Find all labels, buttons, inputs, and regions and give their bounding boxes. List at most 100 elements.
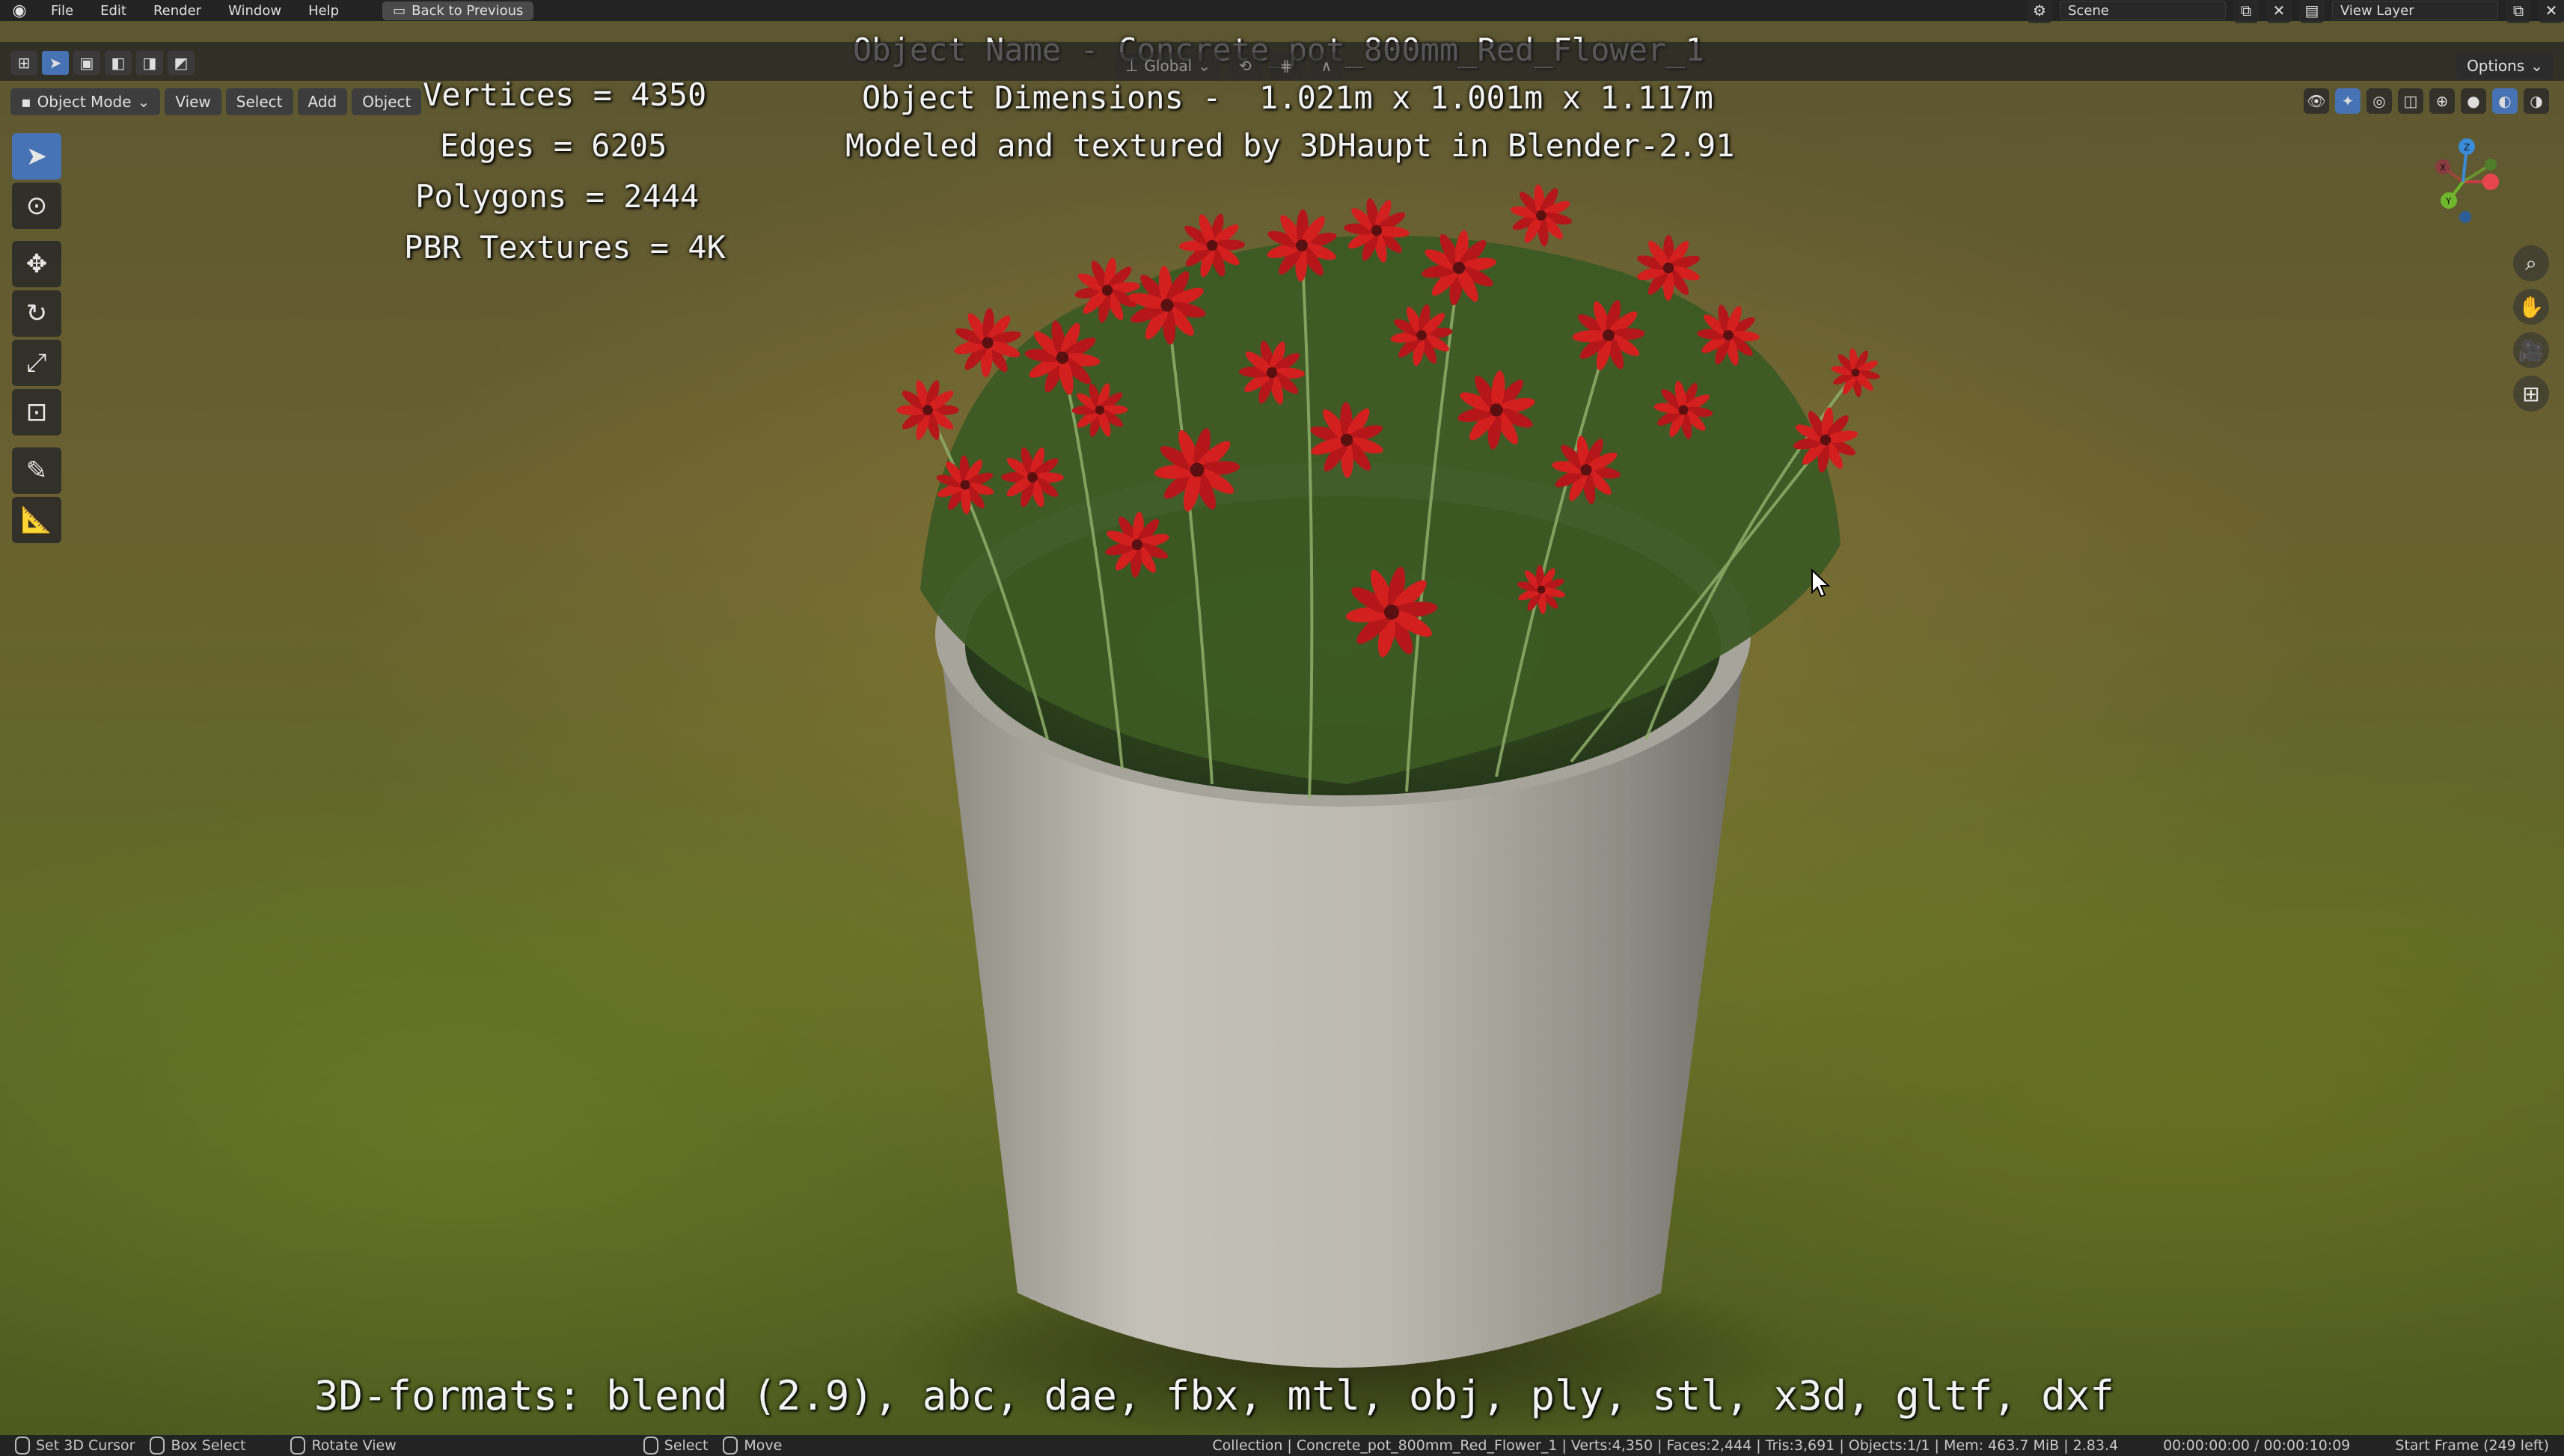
annotate-tool-icon[interactable]: ✎ <box>12 447 61 494</box>
camera-icon[interactable]: 🎥 <box>2513 332 2549 368</box>
chevron-down-icon: ⌄ <box>2530 57 2543 75</box>
view-navigation-buttons: ⌕ ✋ 🎥 ⊞ <box>2513 245 2549 412</box>
solid-shading-icon[interactable]: ● <box>2461 88 2486 114</box>
set-cursor-label: Set 3D Cursor <box>36 1437 135 1454</box>
chevron-down-icon: ⌄ <box>137 93 150 111</box>
back-to-previous-label: Back to Previous <box>411 2 524 19</box>
delete-scene-icon[interactable]: ✕ <box>2266 0 2292 23</box>
xray-toggle-icon[interactable]: ◫ <box>2398 88 2423 114</box>
view-menu[interactable]: View <box>165 88 221 115</box>
back-to-previous-button[interactable]: ▭ Back to Previous <box>382 1 534 20</box>
select-mode-extend-icon[interactable]: ◧ <box>105 51 132 75</box>
cursor-tool-icon[interactable]: ⊙ <box>12 183 61 229</box>
object-mode-icon: ▪ <box>21 93 31 111</box>
navigation-gizmo[interactable]: Y X Z <box>2422 133 2512 230</box>
select-tool-header-icon[interactable]: ➤ <box>42 51 69 75</box>
mouse-pointer-icon <box>1811 569 1830 598</box>
material-preview-shading-icon[interactable]: ◐ <box>2492 88 2518 114</box>
object-dimensions-text: Object Dimensions - 1.021m x 1.001m x 1.… <box>862 79 1713 116</box>
options-button[interactable]: Options ⌄ <box>2456 52 2554 79</box>
gizmo-x-icon[interactable] <box>2482 174 2499 190</box>
pivot-point-icon[interactable]: ⟲ <box>1229 52 1262 79</box>
formats-text: 3D-formats: blend (2.9), abc, dae, fbx, … <box>314 1372 2114 1419</box>
gizmo-z-label: Z <box>2464 142 2470 153</box>
move-label: Move <box>744 1437 783 1454</box>
move-tool-icon[interactable]: ✥ <box>12 241 61 287</box>
snap-icon[interactable]: ⋕ <box>1269 52 1303 79</box>
box-select-label: Box Select <box>171 1437 246 1454</box>
transform-tool-icon[interactable]: ⊡ <box>12 389 61 435</box>
start-frame-text: Start Frame (249 left) <box>2395 1437 2549 1454</box>
status-bar: Set 3D Cursor Box Select Rotate View Sel… <box>0 1435 2564 1456</box>
menu-window[interactable]: Window <box>215 3 295 19</box>
blender-logo-icon[interactable]: ◉ <box>9 0 30 21</box>
measure-tool-icon[interactable]: 📐 <box>12 497 61 543</box>
gizmo-toggle-icon[interactable]: ✦ <box>2335 88 2360 114</box>
view-layer-icon[interactable]: ▤ <box>2299 0 2325 23</box>
header-tool-row: ⊞ ➤ ▣ ◧ ◨ ◩ <box>10 51 195 75</box>
add-menu[interactable]: Add <box>297 88 348 115</box>
gizmo-y-label: Y <box>2445 196 2452 207</box>
select-mode-new-icon[interactable]: ▣ <box>73 51 100 75</box>
credit-text: Modeled and textured by 3DHaupt in Blend… <box>845 127 1735 164</box>
3d-viewport[interactable]: ⊞ ➤ ▣ ◧ ◨ ◩ ⊥ Global ⌄ ⟲ ⋕ ∧ Options ⌄ ▪… <box>0 21 2564 1435</box>
gizmo-neg-y-icon[interactable] <box>2485 159 2497 171</box>
viewport-shading-controls: 👁 ✦ ◎ ◫ ⊕ ● ◐ ◑ <box>2304 88 2549 114</box>
overlay-toggle-icon[interactable]: ◎ <box>2366 88 2392 114</box>
pbr-textures-text: PBR Textures = 4K <box>404 229 726 266</box>
rotate-tool-icon[interactable]: ↻ <box>12 290 61 337</box>
scene-icon[interactable]: ⚙ <box>2027 0 2052 23</box>
gizmo-x-label: X <box>2440 162 2446 173</box>
mouse-right-icon <box>643 1437 658 1455</box>
status-right: Collection | Concrete_pot_800mm_Red_Flow… <box>1212 1437 2549 1454</box>
scale-tool-icon[interactable]: ⤢ <box>12 340 61 386</box>
transform-orientation-dropdown[interactable]: ⊥ Global ⌄ <box>1115 52 1221 79</box>
gizmo-neg-z-icon[interactable] <box>2459 211 2471 223</box>
mouse-left-icon <box>15 1437 30 1455</box>
delete-view-layer-icon[interactable]: ✕ <box>2539 0 2564 23</box>
new-scene-icon[interactable]: ⧉ <box>2233 0 2259 23</box>
zoom-icon[interactable]: ⌕ <box>2513 245 2549 281</box>
select-box-tool-icon[interactable]: ➤ <box>12 133 61 180</box>
pan-hand-icon[interactable]: ✋ <box>2513 289 2549 325</box>
mouse-move-icon <box>723 1437 738 1455</box>
options-area: Options ⌄ <box>2456 52 2554 79</box>
topbar-right: ⚙ Scene ⧉ ✕ ▤ View Layer ⧉ ✕ <box>2027 0 2564 23</box>
scene-label: Scene <box>2068 2 2109 19</box>
viewport-header: ⊞ ➤ ▣ ◧ ◨ ◩ ⊥ Global ⌄ ⟲ ⋕ ∧ Options ⌄ <box>0 42 2564 81</box>
mouse-middle-icon <box>290 1437 306 1455</box>
wireframe-shading-icon[interactable]: ⊕ <box>2429 88 2455 114</box>
menu-render[interactable]: Render <box>140 3 215 19</box>
timecode-text: 00:00:00:00 / 00:00:10:09 <box>2163 1437 2351 1454</box>
rendered-shading-icon[interactable]: ◑ <box>2524 88 2549 114</box>
object-mode-label: Object Mode <box>37 93 132 111</box>
options-label: Options <box>2467 57 2525 75</box>
scene-field[interactable]: Scene <box>2060 1 2226 20</box>
menu-edit[interactable]: Edit <box>87 3 140 19</box>
select-label: Select <box>664 1437 709 1454</box>
rotate-view-label: Rotate View <box>311 1437 397 1454</box>
transform-controls: ⊥ Global ⌄ ⟲ ⋕ ∧ <box>1115 52 1343 79</box>
proportional-edit-icon[interactable]: ∧ <box>1310 52 1343 79</box>
status-move: Move <box>723 1437 782 1455</box>
object-mode-dropdown[interactable]: ▪ Object Mode ⌄ <box>10 88 161 115</box>
menu-file[interactable]: File <box>37 3 87 19</box>
view-layer-field[interactable]: View Layer <box>2332 1 2498 20</box>
select-menu[interactable]: Select <box>225 88 293 115</box>
top-menu-bar: ◉ File Edit Render Window Help ▭ Back to… <box>0 0 2564 23</box>
new-view-layer-icon[interactable]: ⧉ <box>2506 0 2531 23</box>
menu-help[interactable]: Help <box>295 3 352 19</box>
select-mode-invert-icon[interactable]: ◩ <box>168 51 195 75</box>
axis-icon: ⊥ <box>1125 57 1139 75</box>
rendered-scene <box>883 184 1880 1435</box>
select-mode-subtract-icon[interactable]: ◨ <box>136 51 163 75</box>
status-set-cursor: Set 3D Cursor <box>15 1437 135 1455</box>
red-flower <box>1831 348 1880 397</box>
red-flower <box>1511 184 1572 247</box>
polygons-count-text: Polygons = 2444 <box>415 178 700 215</box>
editor-type-icon[interactable]: ⊞ <box>10 51 37 75</box>
visibility-icon[interactable]: 👁 <box>2304 88 2329 114</box>
perspective-grid-icon[interactable]: ⊞ <box>2513 376 2549 412</box>
object-menu[interactable]: Object <box>352 88 422 115</box>
tool-shelf: ➤ ⊙ ✥ ↻ ⤢ ⊡ ✎ 📐 <box>12 133 61 543</box>
